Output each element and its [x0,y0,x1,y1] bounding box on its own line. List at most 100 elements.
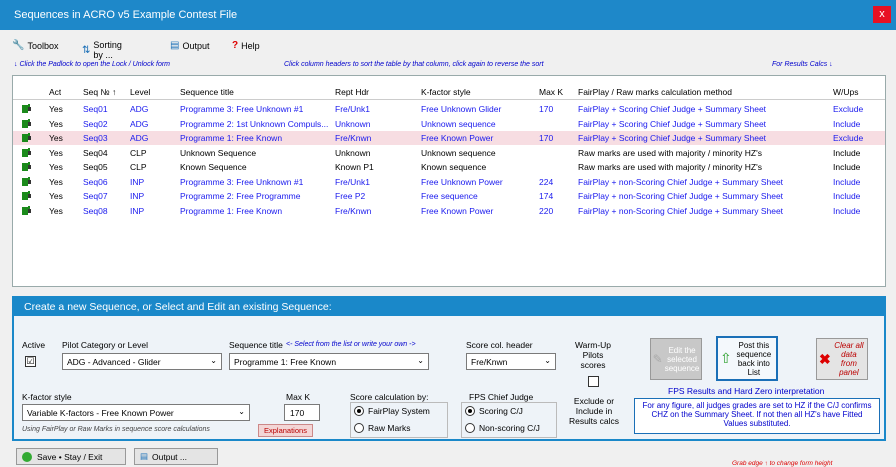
output-icon: ▤ [140,451,149,461]
explanations-button[interactable]: Explanations [258,424,313,437]
edit-icon: ✎ [652,352,663,366]
nonscoring-label: Non-scoring C/J [479,423,540,433]
cell-wups: Include [833,191,861,201]
cell-kstyle: Free Known Power [421,133,494,143]
flag-icon [22,118,32,129]
clear-button[interactable]: ✖ Clear all data from panel [816,338,868,380]
chevron-down-icon: ⌄ [544,356,551,365]
cell-seq: Seq02 [83,118,108,129]
col-title[interactable]: Sequence title [180,87,234,97]
kstyle-label: K-factor style [22,392,72,402]
pilot-label: Pilot Category or Level [62,340,148,350]
output-button-label: Output ... [152,451,187,462]
col-rept[interactable]: Rept Hdr [335,87,369,97]
rawmarks-radio[interactable]: Raw Marks [354,423,411,433]
sequences-table: Act Seq № ↑ Level Sequence title Rept Hd… [12,75,886,287]
table-row[interactable]: Yes Seq03 ADG Programme 1: Free Known Fre/Kn… [13,131,885,145]
col-level[interactable]: Level [130,87,150,97]
pilot-select-value: ADG - Advanced - Glider [67,357,161,367]
scorecol-select[interactable]: Fre/Knwn ⌄ [466,353,556,370]
panel-title: Create a new Sequence, or Select and Edi… [14,298,884,316]
cell-level: ADG [130,104,149,114]
post-button-label: Post this sequence back into List [736,340,772,377]
col-act[interactable]: Act [49,87,61,97]
cell-seq: Seq01 [83,104,108,114]
hint-sort: Click column headers to sort the table b… [284,61,544,68]
table-row[interactable]: Yes Seq08 INP Programme 1: Free Known Fre/Kn… [13,204,885,218]
cell-rept: Fre/Unk1 [335,104,370,114]
cell-maxk: 224 [539,176,554,187]
save-button-label: Save • Stay / Exit [37,451,103,462]
cell-seq: Seq05 [83,162,108,172]
fairplay-radio[interactable]: FairPlay System [354,406,430,416]
fairplay-label: FairPlay System [368,406,430,416]
cell-act: Yes [49,191,63,201]
cell-wups: Exclude [833,104,864,114]
menu-toolbox[interactable]: 🔧 Toolbox [12,40,58,51]
maxk-input[interactable]: 170 [284,404,320,421]
cell-kstyle: Free Unknown Power [421,176,503,187]
fps-info: For any figure, all judges grades are se… [634,398,880,434]
fpschief-label: FPS Chief Judge [469,392,534,402]
menu-sorting[interactable]: ⇅ Sorting by ... [82,40,122,60]
cell-rept: Unknown [335,118,371,129]
cell-wups: Include [833,205,861,216]
edit-button[interactable]: ✎ Edit the selected sequence [650,338,702,380]
table-row[interactable]: Yes Seq05 CLP Known Sequence Known P1 Known s… [13,160,885,174]
col-method[interactable]: FairPlay / Raw marks calculation method [578,87,732,97]
active-checkbox[interactable]: ☑ [25,356,36,367]
col-wups[interactable]: W/Ups [833,87,859,97]
col-kstyle[interactable]: K-factor style [421,87,471,97]
cell-title: Programme 1: Free Known [180,205,283,216]
table-row[interactable]: Yes Seq06 INP Programme 3: Free Unknown #1 F… [13,175,885,189]
cell-rept: Unknown [335,147,371,158]
cell-act: Yes [49,205,63,216]
cell-method: FairPlay + Scoring Chief Judge + Summary… [578,104,767,114]
output-button[interactable]: ▤ Output ... [134,448,218,465]
cell-seq: Seq04 [83,147,108,158]
table-row[interactable]: Yes Seq04 CLP Unknown Sequence Unknown Unknow… [13,146,885,160]
cell-seq: Seq08 [83,205,108,216]
kstyle-select[interactable]: Variable K-factors - Free Known Power ⌄ [22,404,250,421]
table-row[interactable]: Yes Seq02 ADG Programme 2: 1st Unknown Comp… [13,117,885,131]
warmup-label: Warm-Up Pilots scores [574,340,612,370]
cell-maxk: 170 [539,104,554,114]
radio-icon [354,423,364,433]
seqtitle-label: Sequence title [229,340,283,350]
table-row[interactable]: Yes Seq07 INP Programme 2: Free Programme Fr… [13,189,885,203]
cell-act: Yes [49,176,63,187]
title-bar: Sequences in ACRO v5 Example Contest Fil… [0,0,896,30]
fps-title: FPS Results and Hard Zero interpretation [668,386,825,396]
cell-method: FairPlay + non-Scoring Chief Judge + Sum… [578,191,784,201]
cell-wups: Exclude [833,133,864,143]
col-seq[interactable]: Seq № ↑ [83,87,116,97]
menu-output[interactable]: ▤ Output [170,40,209,51]
active-label: Active [22,340,46,350]
flag-icon [22,205,32,216]
seqtitle-select[interactable]: Programme 1: Free Known ⌄ [229,353,429,370]
flag-icon [22,176,32,187]
close-button[interactable]: x [873,6,891,23]
x-icon: ✖ [819,350,831,367]
menu-output-label: Output [182,40,210,51]
scorecol-select-value: Fre/Knwn [471,357,508,367]
chevron-down-icon: ⌄ [238,407,245,416]
col-maxk[interactable]: Max K [539,87,563,97]
pilot-select[interactable]: ADG - Advanced - Glider ⌄ [62,353,222,370]
cell-wups: Include [833,118,861,129]
edit-panel: Create a new Sequence, or Select and Edi… [12,296,886,441]
scoring-label: Scoring C/J [479,406,523,416]
cell-method: FairPlay + non-Scoring Chief Judge + Sum… [578,176,784,187]
cell-title: Unknown Sequence [180,147,257,158]
nonscoring-radio[interactable]: Non-scoring C/J [465,423,540,433]
menu-help[interactable]: ? Help [232,40,260,51]
cell-title: Programme 3: Free Unknown #1 [180,104,304,114]
scoring-radio[interactable]: Scoring C/J [465,406,523,416]
cell-act: Yes [49,162,63,172]
table-row[interactable]: Yes Seq01 ADG Programme 3: Free Unknown #1 F… [13,102,885,116]
save-button[interactable]: Save • Stay / Exit [16,448,126,465]
post-button[interactable]: ⇧ Post this sequence back into List [716,336,778,381]
warmup-checkbox[interactable] [588,376,599,387]
help-icon: ? [232,40,239,51]
cell-level: CLP [130,162,147,172]
